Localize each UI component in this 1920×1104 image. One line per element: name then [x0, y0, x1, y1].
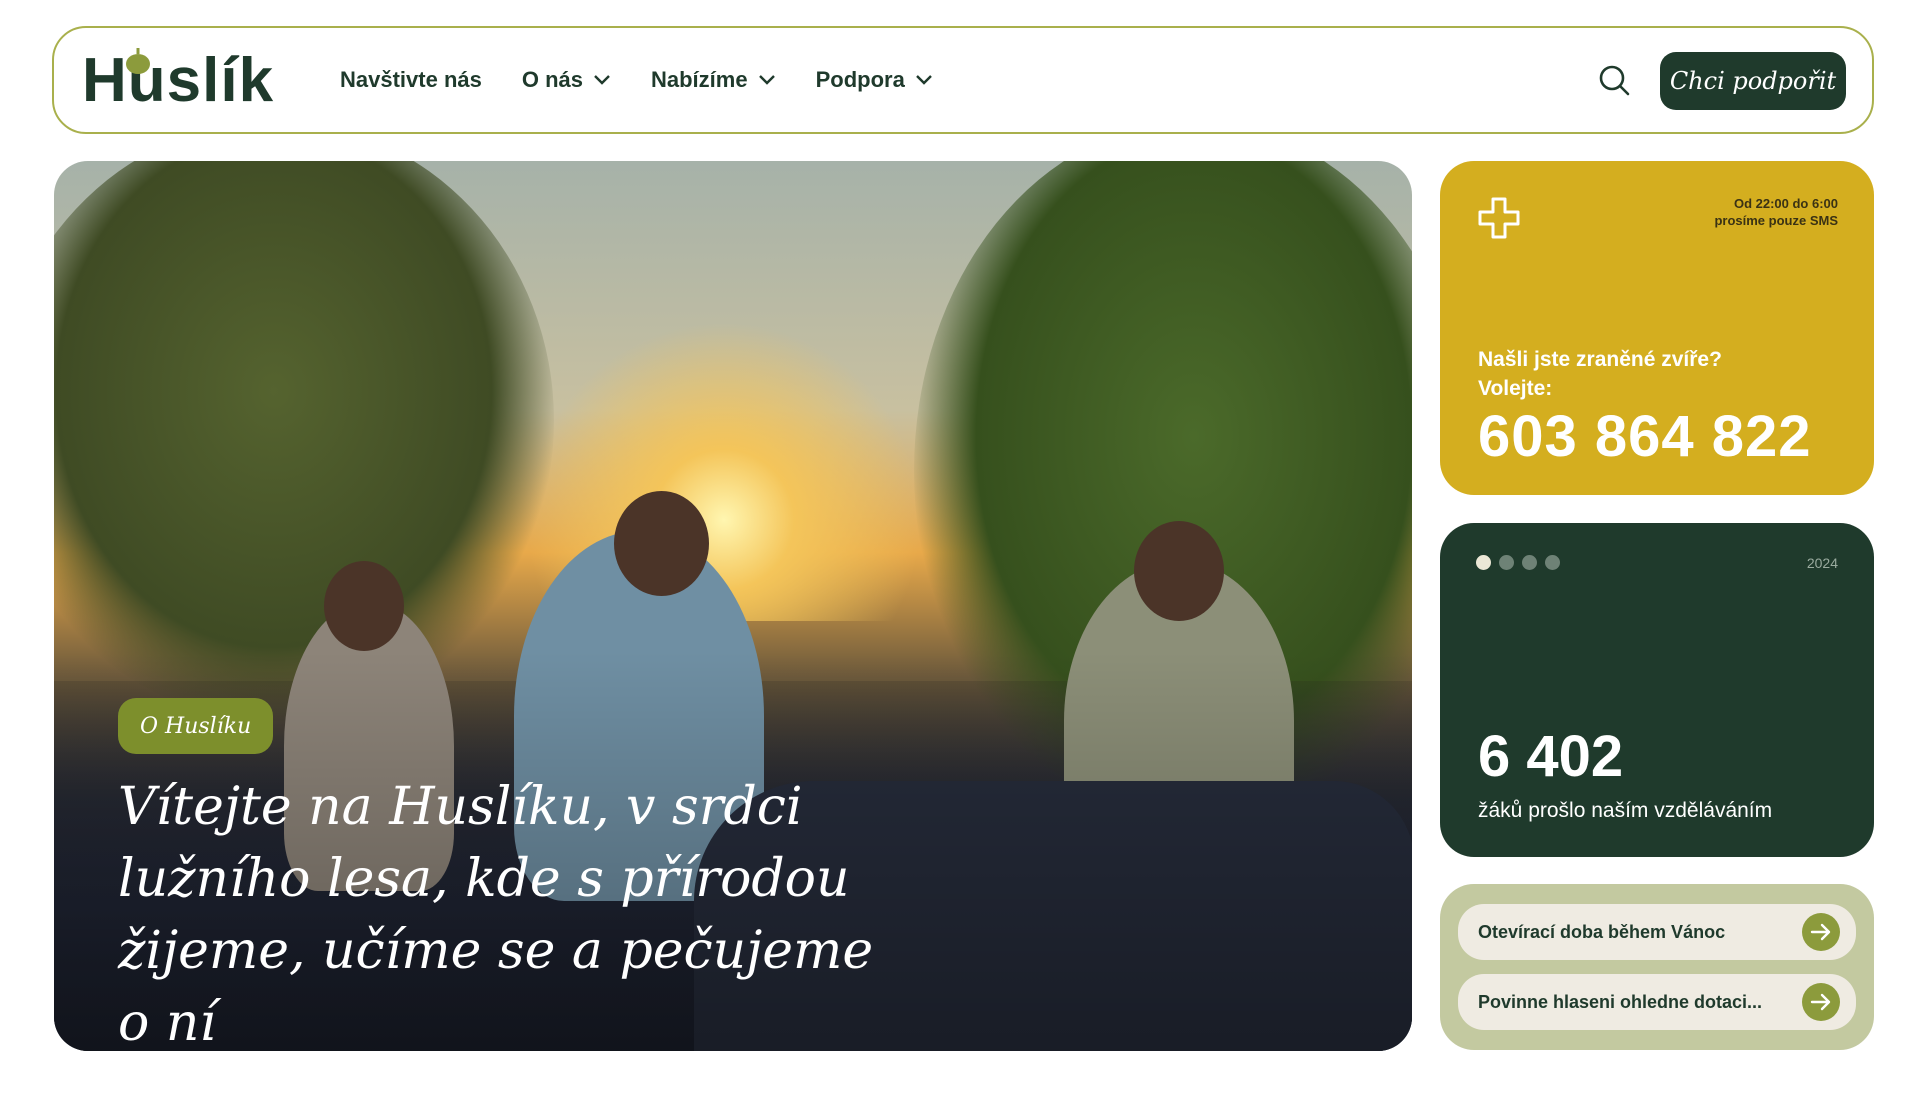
- logo-text: Huslík: [82, 46, 275, 115]
- stats-number: 6 402: [1478, 724, 1624, 789]
- emergency-card: Od 22:00 do 6:00 prosíme pouze SMS Našli…: [1440, 161, 1874, 495]
- stats-year: 2024: [1806, 555, 1838, 571]
- hero-tag[interactable]: O Huslíku: [118, 698, 274, 754]
- quick-link-subsidy-notice[interactable]: Povinne hlaseni ohledne dotaci...: [1458, 974, 1856, 1030]
- slider-dot[interactable]: [1476, 555, 1491, 570]
- arrow-right-icon: [1802, 983, 1840, 1021]
- logo[interactable]: Huslík: [82, 46, 275, 115]
- stats-label: žáků prošlo naším vzděláváním: [1478, 799, 1773, 822]
- slider-dot[interactable]: [1545, 555, 1560, 570]
- stats-card: 2024 6 402 žáků prošlo naším vzděláváním: [1440, 523, 1874, 857]
- chevron-down-icon: [594, 75, 610, 85]
- hero-banner: O Huslíku Vítejte na Huslíku, v srdci lu…: [54, 161, 1412, 1051]
- hero-title: Vítejte na Huslíku, v srdci lužního lesa…: [118, 777, 874, 1051]
- nav-item-offer[interactable]: Nabízíme: [651, 67, 776, 93]
- emergency-phone[interactable]: 603 864 822: [1478, 403, 1812, 470]
- site-header: Huslík Navštivte nás O nás Nabízíme Podp…: [52, 26, 1874, 134]
- acorn-icon: [126, 48, 150, 74]
- chevron-down-icon: [758, 75, 775, 85]
- slider-dot[interactable]: [1499, 555, 1514, 570]
- nav-item-support[interactable]: Podpora: [816, 67, 933, 93]
- quick-links-card: Otevírací doba během Vánoc Povinne hlase…: [1440, 884, 1874, 1050]
- slider-dot[interactable]: [1522, 555, 1537, 570]
- chevron-down-icon: [915, 75, 932, 85]
- support-button[interactable]: Chci podpořit: [1660, 52, 1846, 110]
- nav-item-about[interactable]: O nás: [522, 67, 611, 93]
- quick-link-christmas-hours[interactable]: Otevírací doba během Vánoc: [1458, 904, 1856, 960]
- slider-dots: [1476, 555, 1560, 570]
- plus-icon: [1478, 197, 1520, 239]
- sms-note: Od 22:00 do 6:00 prosíme pouze SMS: [1714, 196, 1838, 228]
- search-icon[interactable]: [1598, 64, 1630, 96]
- nav-item-visit[interactable]: Navštivte nás: [340, 67, 482, 93]
- arrow-right-icon: [1802, 913, 1840, 951]
- main-nav: Navštivte nás O nás Nabízíme Podpora: [340, 28, 933, 132]
- emergency-question: Našli jste zraněné zvíře? Volejte:: [1478, 348, 1722, 400]
